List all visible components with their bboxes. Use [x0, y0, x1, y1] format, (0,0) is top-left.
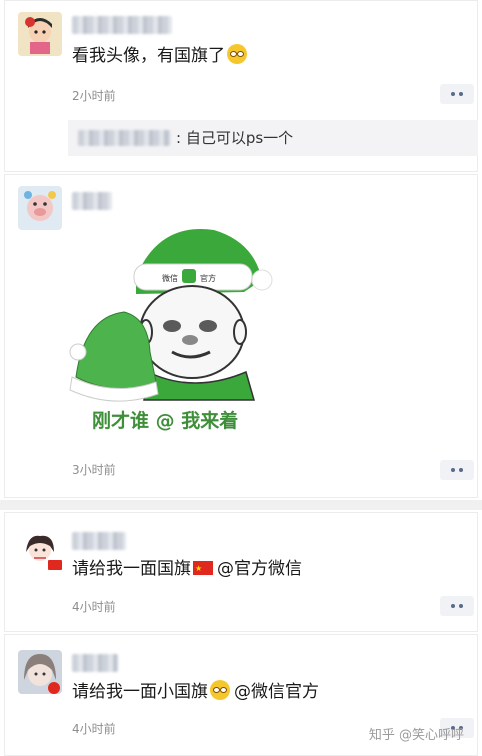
comment-text: 请给我一面国旗@官方微信 — [72, 558, 302, 580]
comment-card-3: 请给我一面国旗@官方微信 4小时前 — [4, 512, 478, 632]
nickname-blurred[interactable] — [72, 16, 172, 34]
comment-card-1: 看我头像，有国旗了 2小时前 : 自己可以ps一个 — [4, 0, 478, 172]
sticker-caption: 刚才谁 @ 我来着 — [92, 410, 239, 432]
reply-nickname-blurred[interactable] — [78, 130, 170, 146]
avatar[interactable] — [18, 186, 62, 230]
china-flag-icon — [48, 560, 62, 570]
grin-emoji-icon — [210, 680, 230, 700]
timestamp: 4小时前 — [72, 600, 116, 614]
comment-text: 请给我一面小国旗 @微信官方 — [72, 680, 319, 702]
avatar[interactable] — [18, 12, 62, 56]
more-button[interactable] — [440, 596, 474, 616]
comment-text: 看我头像，有国旗了 — [72, 44, 247, 67]
more-dots-icon — [459, 468, 463, 472]
china-flag-icon — [193, 558, 213, 580]
reply-text: : 自己可以ps一个 — [176, 129, 294, 147]
more-dots-icon — [459, 92, 463, 96]
nickname-blurred[interactable] — [72, 192, 112, 210]
timestamp: 4小时前 — [72, 722, 116, 736]
more-button[interactable] — [440, 460, 474, 480]
more-dots-icon — [451, 92, 455, 96]
timestamp: 2小时前 — [72, 89, 116, 103]
more-dots-icon — [451, 468, 455, 472]
svg-text:官方: 官方 — [200, 273, 216, 283]
nickname-blurred[interactable] — [72, 654, 118, 672]
more-dots-icon — [459, 604, 463, 608]
section-divider — [0, 500, 482, 510]
china-flag-icon — [48, 682, 60, 694]
more-dots-icon — [451, 604, 455, 608]
grimace-emoji-icon — [227, 44, 247, 64]
hat-label: 微信 — [162, 273, 178, 283]
more-button[interactable] — [440, 84, 474, 104]
nickname-blurred[interactable] — [72, 532, 126, 550]
timestamp: 3小时前 — [72, 463, 116, 477]
watermark: 知乎 @笑心呼呼 — [368, 728, 464, 743]
reply-box[interactable]: : 自己可以ps一个 — [68, 120, 478, 156]
